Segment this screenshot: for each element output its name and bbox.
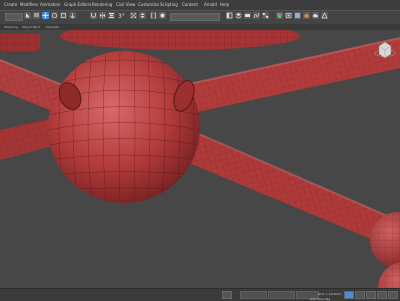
brackets-icon: [151, 12, 156, 19]
grid-label: Grid = 10.0mm: [318, 292, 342, 296]
playback-button[interactable]: [377, 291, 387, 299]
mirror-icon: [100, 12, 105, 19]
y-coordinate-field[interactable]: [268, 291, 295, 299]
schematic-view-button[interactable]: [262, 12, 269, 19]
select-by-name-button[interactable]: [33, 12, 40, 19]
add-time-tag-label[interactable]: Add Time Tag: [310, 297, 330, 301]
x-coordinate-field[interactable]: [240, 291, 267, 299]
menu-animation[interactable]: Animation: [40, 0, 60, 10]
select-object-button[interactable]: [24, 12, 31, 19]
sphere-center[interactable]: [48, 51, 200, 203]
percent-snap-button[interactable]: [130, 12, 137, 19]
auto-key-button[interactable]: [344, 291, 354, 299]
toggle-ribbon-button[interactable]: [244, 12, 251, 19]
menu-modifiers[interactable]: Modifiers: [20, 0, 38, 10]
time-config-button[interactable]: [366, 291, 376, 299]
cylinder-top-left[interactable]: [0, 34, 40, 52]
spinner-icon: [140, 13, 145, 18]
mirror-button[interactable]: [99, 12, 106, 19]
select-and-move-button[interactable]: [42, 12, 49, 19]
cursor-icon: [26, 13, 30, 18]
align-button[interactable]: [108, 12, 115, 19]
menu-content[interactable]: Content: [182, 0, 198, 10]
menu-help[interactable]: Help: [220, 0, 229, 10]
frame-window-icon: [295, 13, 300, 18]
autodesk-a360-button[interactable]: [321, 12, 328, 19]
schematic-icon: [262, 13, 269, 18]
lock-selection-button[interactable]: [222, 291, 232, 299]
selection-set-dropdown[interactable]: [170, 13, 220, 21]
perspective-viewport[interactable]: [0, 30, 400, 288]
menu-scripting[interactable]: Scripting: [160, 0, 178, 10]
select-and-place-button[interactable]: [69, 12, 76, 19]
angle-snap-toggle[interactable]: 3°: [118, 13, 125, 20]
menu-rendering[interactable]: Rendering: [92, 0, 112, 10]
menu-graph-editors[interactable]: Graph Editors: [64, 0, 91, 10]
render-in-cloud-button[interactable]: [312, 12, 319, 19]
menu-civil-view[interactable]: Civil View: [116, 0, 135, 10]
layers-icon: [235, 13, 242, 19]
status-bar: Grid = 10.0mm Add Time Tag: [0, 288, 400, 301]
edit-named-selection-button[interactable]: [150, 12, 157, 19]
set-key-button[interactable]: [355, 291, 365, 299]
create-selection-set-button[interactable]: [159, 12, 166, 19]
scene-explorer-icon: [226, 12, 233, 19]
menu-customize[interactable]: Customize: [138, 0, 159, 10]
percent-icon: [130, 12, 137, 19]
render-setup-icon: [285, 13, 292, 18]
zoom-extents-button[interactable]: [388, 291, 398, 299]
material-editor-button[interactable]: [276, 12, 283, 19]
toggle-scene-explorer-button[interactable]: [226, 12, 233, 19]
material-editor-icon: [277, 13, 283, 18]
teapot-icon: [304, 13, 309, 18]
magnet-icon: [91, 13, 96, 18]
a360-icon: [321, 12, 328, 19]
curve-editor-button[interactable]: [253, 12, 260, 19]
selection-filter-dropdown[interactable]: [5, 13, 23, 21]
align-icon: [109, 13, 114, 18]
snaps-toggle-button[interactable]: [90, 12, 97, 19]
render-setup-button[interactable]: [285, 12, 292, 19]
select-and-rotate-button[interactable]: [51, 12, 58, 19]
viewport-scene: [0, 30, 400, 288]
render-production-button[interactable]: [303, 12, 310, 19]
toggle-layer-explorer-button[interactable]: [235, 12, 242, 19]
ribbon-icon: [245, 14, 250, 17]
select-and-scale-button[interactable]: [60, 12, 67, 19]
rotate-icon: [51, 12, 58, 19]
scale-icon: [61, 13, 66, 18]
menu-create[interactable]: Create: [4, 0, 17, 10]
rendered-frame-window-button[interactable]: [294, 12, 301, 19]
place-icon: [70, 13, 75, 19]
spinner-snap-button[interactable]: [139, 12, 146, 19]
star-icon: [160, 13, 165, 18]
menu-arnold[interactable]: Arnold: [204, 0, 217, 10]
move-icon: [42, 12, 49, 19]
menu-bar: Create Modifiers Animation Graph Editors…: [0, 0, 400, 10]
list-icon: [34, 13, 39, 17]
curve-editor-icon: [253, 12, 260, 19]
cloud-icon: [313, 13, 318, 18]
